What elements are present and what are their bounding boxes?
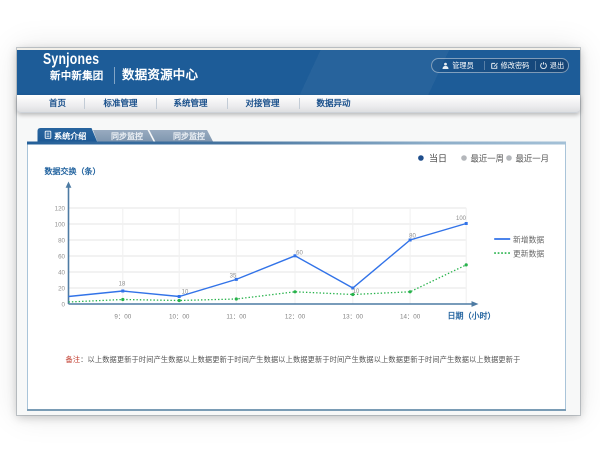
svg-text:20: 20	[58, 286, 65, 293]
svg-text:0: 0	[62, 302, 66, 309]
svg-text:更新数据: 更新数据	[513, 248, 544, 258]
svg-text:100: 100	[456, 216, 467, 222]
svg-text:13：00: 13：00	[343, 314, 364, 321]
svg-text:80: 80	[58, 238, 65, 245]
svg-text:12：00: 12：00	[285, 314, 306, 321]
svg-text:40: 40	[58, 270, 65, 277]
svg-text:同步监控: 同步监控	[111, 131, 143, 141]
svg-text:10: 10	[353, 289, 360, 295]
svg-text:60: 60	[58, 254, 65, 261]
svg-text:11：00: 11：00	[226, 314, 246, 321]
svg-text:当日: 当日	[429, 152, 447, 163]
svg-text:80: 80	[409, 234, 416, 240]
svg-text:14：00: 14：00	[400, 314, 421, 321]
svg-text:9：00: 9：00	[114, 314, 131, 321]
svg-text:100: 100	[55, 222, 66, 229]
svg-text:最近一月: 最近一月	[516, 153, 550, 163]
svg-text:10: 10	[182, 290, 189, 296]
svg-text:新增数据: 新增数据	[513, 234, 544, 244]
svg-text:日期（小时）: 日期（小时）	[448, 311, 496, 321]
svg-text:最近一周: 最近一周	[471, 153, 505, 163]
svg-text:35: 35	[230, 274, 237, 280]
svg-text:备注：以上数据更新于时间产生数据以上数据更新于时间产生数据以: 备注：以上数据更新于时间产生数据以上数据更新于时间产生数据以上数据更新于时间产生…	[66, 355, 521, 364]
svg-text:10：00: 10：00	[169, 314, 190, 321]
svg-text:同步监控: 同步监控	[173, 131, 205, 141]
svg-text:18: 18	[119, 282, 126, 288]
svg-text:60: 60	[296, 251, 303, 257]
svg-text:系统介绍: 系统介绍	[54, 131, 86, 141]
svg-text:120: 120	[55, 206, 66, 213]
svg-text:数据交换（条）: 数据交换（条）	[45, 166, 101, 176]
